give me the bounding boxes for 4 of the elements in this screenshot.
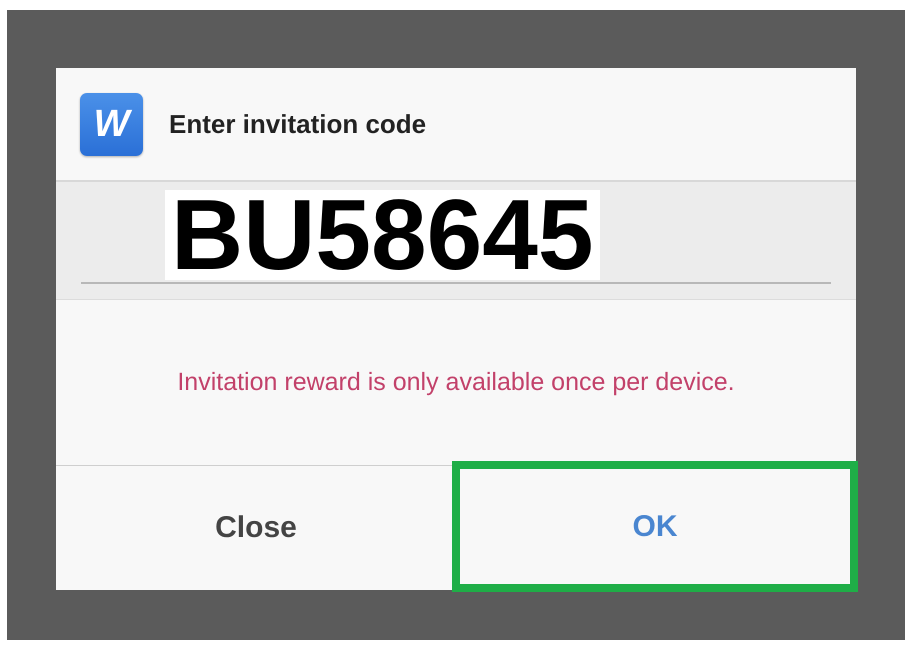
ok-button[interactable]: OK: [452, 461, 858, 592]
app-icon: W: [80, 92, 143, 156]
dialog-title: Enter invitation code: [169, 108, 426, 140]
message-text: Invitation reward is only available once per device.: [177, 368, 735, 397]
